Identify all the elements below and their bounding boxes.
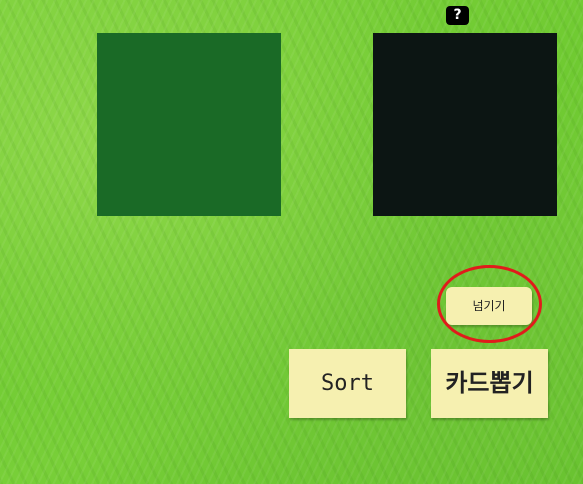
sort-button[interactable]: Sort	[289, 349, 406, 418]
card-slot-left[interactable]	[97, 33, 281, 216]
skip-button[interactable]: 넘기기	[446, 287, 532, 325]
help-question-icon[interactable]: ?	[446, 6, 469, 25]
draw-card-button[interactable]: 카드뽑기	[431, 349, 548, 418]
card-slot-right[interactable]	[373, 33, 557, 216]
